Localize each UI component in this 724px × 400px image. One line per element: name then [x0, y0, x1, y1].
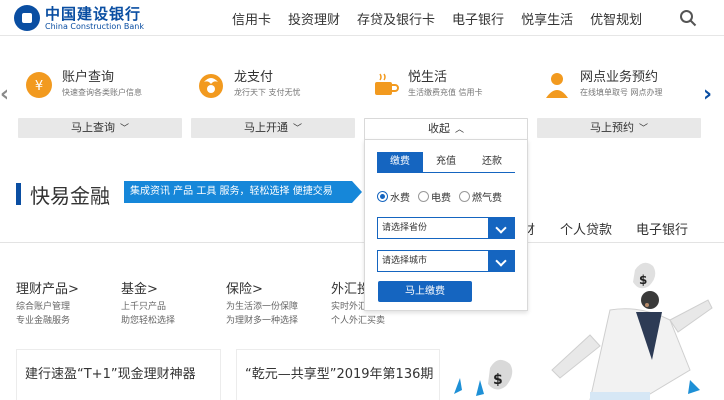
nav-item-credit-card[interactable]: 信用卡 — [232, 9, 271, 28]
radio-unchecked-icon — [418, 191, 429, 202]
nav-item-lifestyle[interactable]: 悦享生活 — [521, 9, 573, 28]
nav-item-planning[interactable]: 优智规划 — [590, 9, 642, 28]
tab-pay-bills[interactable]: 缴费 — [377, 152, 423, 172]
logo-name-en: China Construction Bank — [45, 21, 144, 31]
product-card[interactable]: “乾元—共享型”2019年第136期 — [236, 349, 440, 400]
chevron-down-icon: ﹀ — [119, 124, 129, 134]
service-desc: 在线填单取号 网点办理 — [580, 88, 663, 97]
chevron-down-icon: ﹀ — [292, 124, 302, 134]
city-select[interactable]: 请选择城市 — [377, 250, 515, 272]
payment-panel: 缴费 充值 还款 水费 电费 燃气费 请选择省份 请选择城市 马上缴费 — [364, 139, 528, 311]
carousel-prev-icon[interactable]: ‹ — [0, 84, 9, 106]
service-title: 龙支付 — [234, 70, 274, 85]
logo-name-cn: 中国建设银行 — [45, 4, 142, 23]
nav-item-deposits-loans[interactable]: 存贷及银行卡 — [357, 9, 435, 28]
collapse-button[interactable]: 收起 ︿ — [364, 118, 528, 140]
service-title: 悦生活 — [408, 70, 448, 85]
service-desc: 生活缴费充值 信用卡 — [408, 88, 483, 97]
chevron-up-icon: ︿ — [454, 125, 464, 135]
tab-e-banking[interactable]: 电子银行 — [636, 219, 688, 238]
chevron-down-icon: ﹀ — [638, 124, 648, 134]
category-insurance[interactable]: 保险> 为生活添一份保障 为理财多一种选择 — [226, 278, 298, 327]
svg-text:$: $ — [493, 372, 503, 388]
pay-now-button[interactable]: 马上缴费 — [378, 281, 472, 302]
radio-checked-icon — [377, 191, 388, 202]
tab-repayment[interactable]: 还款 — [469, 152, 515, 172]
logo[interactable]: 中国建设银行 China Construction Bank — [14, 5, 144, 31]
activate-now-button[interactable]: 马上开通 ﹀ — [191, 118, 355, 138]
product-card[interactable]: 建行速盈“T+1”现金理财神器 — [16, 349, 221, 400]
service-desc: 快速查询各类账户信息 — [62, 88, 142, 97]
product-card-title: 建行速盈“T+1”现金理财神器 — [25, 367, 196, 382]
payment-tabs: 缴费 充值 还款 — [377, 152, 515, 173]
tab-personal-loans[interactable]: 个人贷款 — [560, 219, 612, 238]
category-funds[interactable]: 基金> 上千只产品 助您轻松选择 — [121, 278, 175, 327]
product-card-title: “乾元—共享型”2019年第136期 — [245, 367, 434, 382]
dragon-pay-icon — [199, 74, 223, 98]
carousel-next-icon[interactable]: › — [703, 84, 712, 106]
svg-text:$: $ — [639, 273, 647, 287]
section-banner: 集成资讯 产品 工具 服务，轻松选择 便捷交易 — [124, 181, 362, 203]
service-title: 账户查询 — [62, 70, 115, 85]
radio-water[interactable]: 水费 — [377, 189, 410, 204]
book-now-button[interactable]: 马上预约 ﹀ — [537, 118, 701, 138]
radio-electricity[interactable]: 电费 — [418, 189, 451, 204]
svg-text:¥: ¥ — [35, 79, 43, 94]
nav-item-e-banking[interactable]: 电子银行 — [452, 9, 504, 28]
radio-unchecked-icon — [459, 191, 470, 202]
search-icon[interactable] — [679, 9, 697, 27]
category-wealth-products[interactable]: 理财产品> 综合账户管理 专业金融服务 — [16, 278, 79, 327]
chevron-down-icon[interactable] — [488, 251, 514, 271]
bill-type-radios: 水费 电费 燃气费 — [377, 189, 510, 204]
main-nav: 信用卡 投资理财 存贷及银行卡 电子银行 悦享生活 优智规划 — [232, 9, 659, 28]
province-select[interactable]: 请选择省份 — [377, 217, 515, 239]
section-title: 快易金融 — [30, 184, 110, 208]
section-accent-bar — [16, 183, 21, 205]
chevron-down-icon[interactable] — [488, 218, 514, 238]
coin-icon: ¥ — [26, 72, 52, 98]
query-now-button[interactable]: 马上查询 ﹀ — [18, 118, 182, 138]
divider — [0, 242, 724, 243]
radio-gas[interactable]: 燃气费 — [459, 189, 502, 204]
ccb-logo-icon — [14, 5, 40, 31]
nav-item-investment[interactable]: 投资理财 — [288, 9, 340, 28]
service-desc: 龙行天下 支付无忧 — [234, 88, 301, 97]
person-icon — [546, 73, 568, 98]
coffee-cup-icon — [375, 73, 399, 95]
tab-top-up[interactable]: 充值 — [423, 152, 469, 172]
page: 中国建设银行 China Construction Bank 信用卡 投资理财 … — [0, 0, 724, 400]
service-title: 网点业务预约 — [580, 70, 659, 85]
header: 中国建设银行 China Construction Bank 信用卡 投资理财 … — [0, 0, 724, 36]
